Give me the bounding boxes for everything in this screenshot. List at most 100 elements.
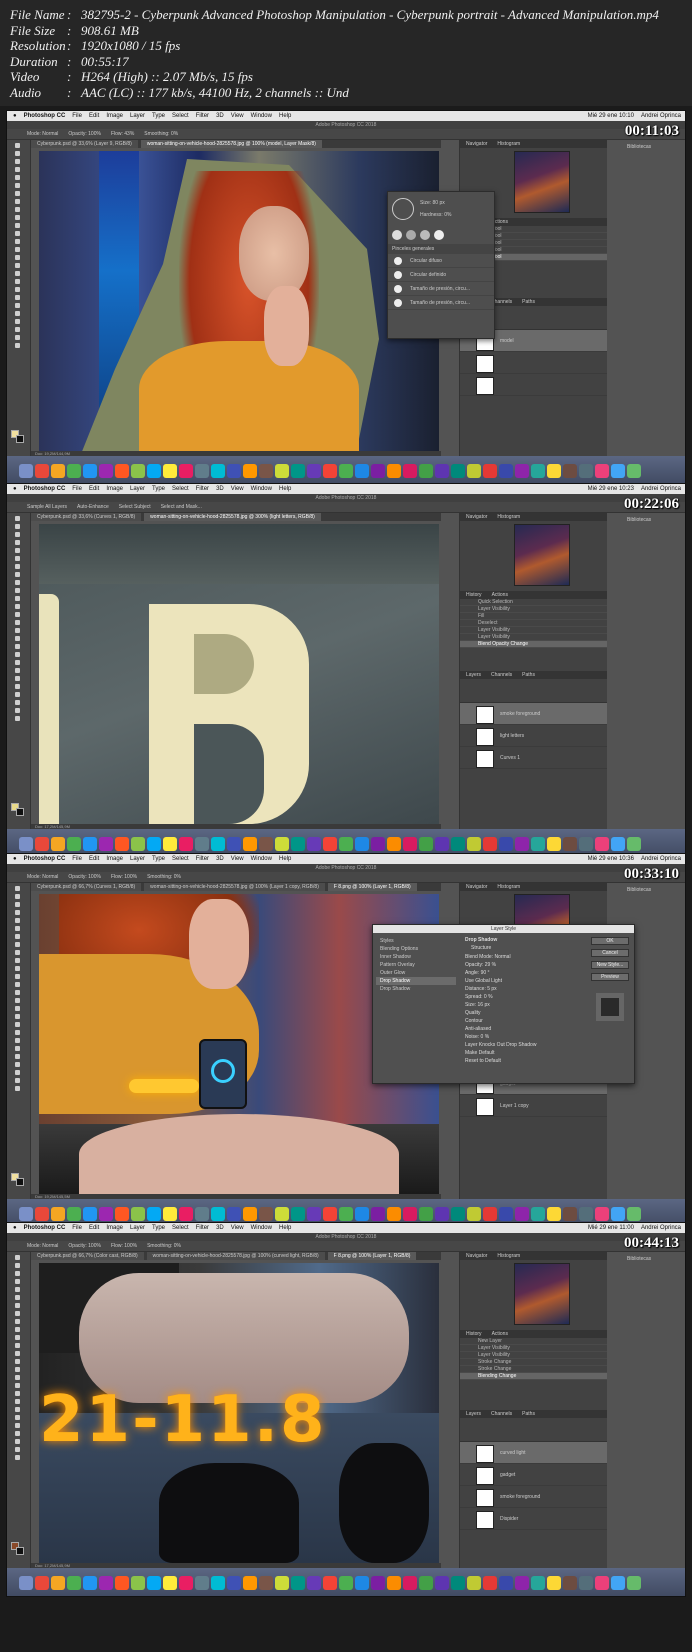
history-state[interactable]: Layer Visibility xyxy=(460,634,607,641)
history-state[interactable]: New Layer xyxy=(460,1338,607,1345)
libraries-panel-tab[interactable]: Bibliotecas xyxy=(607,883,685,897)
user-name[interactable]: Andrei Oprinca xyxy=(641,113,681,119)
tool-icon[interactable] xyxy=(15,263,20,268)
dock-app-icon[interactable] xyxy=(387,1207,401,1221)
tab-histogram[interactable]: Histogram xyxy=(497,141,520,147)
menu-item[interactable]: Select xyxy=(172,856,189,862)
dock-app-icon[interactable] xyxy=(371,837,385,851)
tool-icon[interactable] xyxy=(15,604,20,609)
dock-app-icon[interactable] xyxy=(35,1207,49,1221)
style-list-item[interactable]: Pattern Overlay xyxy=(376,961,456,969)
canvas[interactable]: B xyxy=(39,524,439,824)
dock-app-icon[interactable] xyxy=(19,1207,33,1221)
dock-app-icon[interactable] xyxy=(163,1207,177,1221)
dock-app-icon[interactable] xyxy=(483,1576,497,1590)
dock-app-icon[interactable] xyxy=(515,837,529,851)
tool-icon[interactable] xyxy=(15,708,20,713)
tab-histogram[interactable]: Histogram xyxy=(497,514,520,520)
background-color-swatch[interactable] xyxy=(16,808,24,816)
dock-app-icon[interactable] xyxy=(307,464,321,478)
dock-app-icon[interactable] xyxy=(563,837,577,851)
dock-app-icon[interactable] xyxy=(579,1576,593,1590)
tool-icon[interactable] xyxy=(15,1343,20,1348)
dock-app-icon[interactable] xyxy=(435,837,449,851)
dock-app-icon[interactable] xyxy=(371,1207,385,1221)
dock-app-icon[interactable] xyxy=(387,837,401,851)
drop-shadow-field[interactable]: Contour xyxy=(465,1017,585,1025)
menu-item[interactable]: 3D xyxy=(216,856,224,862)
dock-app-icon[interactable] xyxy=(595,1576,609,1590)
style-list-item[interactable]: Outer Glow xyxy=(376,969,456,977)
user-name[interactable]: Andrei Oprinca xyxy=(641,1225,681,1231)
dock-app-icon[interactable] xyxy=(163,464,177,478)
dock-app-icon[interactable] xyxy=(291,837,305,851)
dock-app-icon[interactable] xyxy=(499,1576,513,1590)
dock-app-icon[interactable] xyxy=(131,837,145,851)
dock-app-icon[interactable] xyxy=(147,1207,161,1221)
tool-icon[interactable] xyxy=(15,1086,20,1091)
layer-row[interactable]: light letters xyxy=(460,725,607,747)
dock-app-icon[interactable] xyxy=(99,837,113,851)
menu-item[interactable]: View xyxy=(231,856,244,862)
dock-app-icon[interactable] xyxy=(99,1207,113,1221)
dock-app-icon[interactable] xyxy=(339,837,353,851)
drop-shadow-field[interactable]: Reset to Default xyxy=(465,1057,585,1065)
dock-app-icon[interactable] xyxy=(419,1576,433,1590)
dock-app-icon[interactable] xyxy=(483,1207,497,1221)
layer-row[interactable]: Layer 1 copy xyxy=(460,1095,607,1117)
dock-app-icon[interactable] xyxy=(547,837,561,851)
history-state[interactable]: Layer Visibility xyxy=(460,1352,607,1359)
menu-item[interactable]: 3D xyxy=(216,1225,224,1231)
tool-icon[interactable] xyxy=(15,319,20,324)
tab-navigator[interactable]: Navigator xyxy=(466,884,487,890)
dock-app-icon[interactable] xyxy=(531,837,545,851)
layer-row[interactable] xyxy=(460,374,607,396)
tab-paths[interactable]: Paths xyxy=(522,299,535,305)
dock-app-icon[interactable] xyxy=(259,837,273,851)
menu-item[interactable]: Window xyxy=(251,113,272,119)
menu-item[interactable]: Filter xyxy=(196,856,209,862)
dock-app-icon[interactable] xyxy=(611,464,625,478)
tab-histogram[interactable]: Histogram xyxy=(497,1253,520,1259)
menu-item[interactable]: 3D xyxy=(216,486,224,492)
document-tab[interactable]: woman-sitting-on-vehicle-hood-2825578.jp… xyxy=(146,1252,325,1260)
menu-item[interactable]: Layer xyxy=(130,1225,145,1231)
history-state[interactable]: Layer Visibility xyxy=(460,1345,607,1352)
tab-navigator[interactable]: Navigator xyxy=(466,514,487,520)
drop-shadow-field[interactable]: Distance: 5 px xyxy=(465,985,585,993)
dock-app-icon[interactable] xyxy=(51,464,65,478)
dock-app-icon[interactable] xyxy=(67,464,81,478)
document-tab[interactable]: Cyberpunk.psd @ 66,7% (Color cast, RGB/8… xyxy=(31,1252,144,1260)
tool-icon[interactable] xyxy=(15,223,20,228)
dock-app-icon[interactable] xyxy=(227,464,241,478)
dock-app-icon[interactable] xyxy=(99,464,113,478)
brush-preset[interactable]: Tamaño de presión, circu... xyxy=(388,296,494,310)
tool-icon[interactable] xyxy=(15,247,20,252)
tool-icon[interactable] xyxy=(15,1431,20,1436)
tool-icon[interactable] xyxy=(15,175,20,180)
history-state[interactable]: Deselect xyxy=(460,620,607,627)
tool-icon[interactable] xyxy=(15,1415,20,1420)
dock-app-icon[interactable] xyxy=(419,837,433,851)
tool-icon[interactable] xyxy=(15,1311,20,1316)
dock-app-icon[interactable] xyxy=(291,1207,305,1221)
brush-tip-icon[interactable] xyxy=(434,230,444,240)
dock-app-icon[interactable] xyxy=(307,1207,321,1221)
dock-app-icon[interactable] xyxy=(579,1207,593,1221)
tool-icon[interactable] xyxy=(15,1439,20,1444)
tool-icon[interactable] xyxy=(15,231,20,236)
menu-item[interactable]: Edit xyxy=(89,113,99,119)
tool-icon[interactable] xyxy=(15,1407,20,1412)
dock-app-icon[interactable] xyxy=(483,837,497,851)
drop-shadow-field[interactable]: Use Global Light xyxy=(465,977,585,985)
menu-item[interactable]: Help xyxy=(279,486,291,492)
dock-app-icon[interactable] xyxy=(323,837,337,851)
menu-item[interactable]: Type xyxy=(152,486,165,492)
dock-app-icon[interactable] xyxy=(51,1207,65,1221)
dock-app-icon[interactable] xyxy=(243,464,257,478)
option-field[interactable]: Flow: 100% xyxy=(111,874,137,880)
option-field[interactable]: Opacity: 100% xyxy=(68,1243,101,1249)
tool-icon[interactable] xyxy=(15,660,20,665)
dock-app-icon[interactable] xyxy=(195,1576,209,1590)
dock-app-icon[interactable] xyxy=(307,1576,321,1590)
